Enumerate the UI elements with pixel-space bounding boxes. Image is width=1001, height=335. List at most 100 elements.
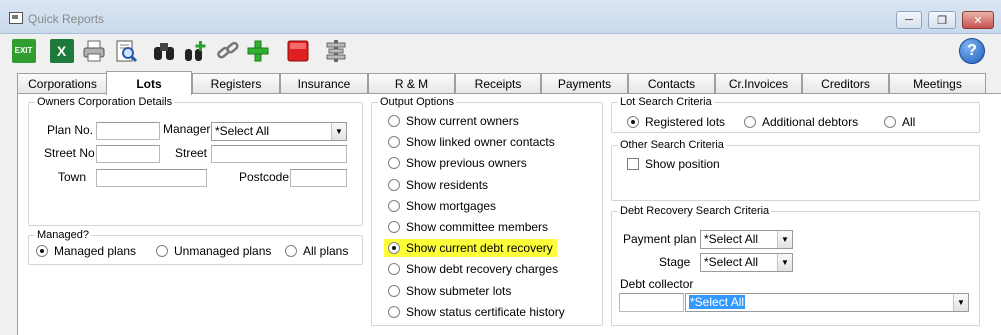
- plan-no-input[interactable]: [96, 122, 160, 140]
- radio-unmanaged-plans[interactable]: Unmanaged plans: [156, 244, 271, 258]
- tab-r-and-m[interactable]: R & M: [368, 73, 455, 93]
- chevron-down-icon[interactable]: ▼: [331, 123, 346, 140]
- radio-show-submeter-lots[interactable]: Show submeter lots: [388, 284, 511, 298]
- print-icon: [83, 40, 104, 61]
- radio-button[interactable]: [388, 306, 400, 318]
- tab-payments[interactable]: Payments: [541, 73, 628, 93]
- stage-select[interactable]: *Select All ▼: [700, 253, 793, 272]
- radio-button[interactable]: [388, 115, 400, 127]
- town-input[interactable]: [96, 169, 207, 187]
- radio-show-current-owners[interactable]: Show current owners: [388, 114, 519, 128]
- radio-show-previous-owners[interactable]: Show previous owners: [388, 156, 527, 170]
- align-button[interactable]: [322, 37, 349, 64]
- debt-collector-select[interactable]: *Select All ▼: [685, 293, 969, 312]
- print-button[interactable]: [80, 37, 107, 64]
- radio-button[interactable]: [388, 136, 400, 148]
- street-input[interactable]: [211, 145, 347, 163]
- radio-show-current-debt-recovery[interactable]: Show current debt recovery: [384, 239, 557, 257]
- radio-show-debt-recovery-charges[interactable]: Show debt recovery charges: [388, 262, 558, 276]
- manager-label: Manager: [163, 122, 211, 136]
- radio-additional-debtors[interactable]: Additional debtors: [744, 115, 858, 129]
- stop-button[interactable]: [284, 37, 311, 64]
- radio-button[interactable]: [744, 116, 756, 128]
- radio-label: Show current debt recovery: [406, 241, 553, 255]
- other-search-legend: Other Search Criteria: [620, 139, 724, 151]
- help-icon[interactable]: ?: [959, 38, 985, 64]
- debt-collector-code-input[interactable]: [619, 293, 684, 312]
- minimize-button[interactable]: ─: [896, 11, 922, 29]
- radio-managed-plans[interactable]: Managed plans: [36, 244, 136, 258]
- radio-label: Show mortgages: [406, 199, 497, 213]
- radio-show-mortgages[interactable]: Show mortgages: [388, 199, 496, 213]
- close-button[interactable]: ✕: [962, 11, 994, 29]
- radio-label: Show submeter lots: [406, 284, 512, 298]
- chevron-down-icon[interactable]: ▼: [777, 254, 792, 271]
- town-label: Town: [58, 170, 87, 184]
- payment-plan-select-value: *Select All: [704, 232, 759, 246]
- preview-icon: [116, 40, 137, 62]
- tab-lots[interactable]: Lots: [106, 71, 192, 95]
- radio-label: Additional debtors: [762, 115, 859, 129]
- chevron-down-icon[interactable]: ▼: [953, 294, 968, 311]
- tab-insurance[interactable]: Insurance: [280, 73, 368, 93]
- tab-corporations[interactable]: Corporations: [17, 73, 108, 93]
- radio-button[interactable]: [388, 242, 400, 254]
- postcode-input[interactable]: [290, 169, 347, 187]
- stage-select-value: *Select All: [704, 255, 759, 269]
- show-position-checkbox[interactable]: Show position: [627, 157, 720, 171]
- radio-show-residents[interactable]: Show residents: [388, 178, 488, 192]
- tab-receipts[interactable]: Receipts: [455, 73, 541, 93]
- radio-button[interactable]: [388, 179, 400, 191]
- exit-button[interactable]: EXIT: [10, 37, 37, 64]
- radio-show-linked-owner-contacts[interactable]: Show linked owner contacts: [388, 135, 555, 149]
- find-add-button[interactable]: [182, 37, 209, 64]
- radio-label: Show debt recovery charges: [406, 262, 559, 276]
- excel-icon: X: [49, 38, 74, 63]
- radio-button[interactable]: [627, 116, 639, 128]
- excel-button[interactable]: X: [48, 37, 75, 64]
- binoculars-icon: [153, 42, 174, 60]
- chevron-down-icon[interactable]: ▼: [777, 231, 792, 248]
- stage-label: Stage: [659, 255, 691, 269]
- radio-all[interactable]: All: [884, 115, 915, 129]
- highlight-marker: Show current debt recovery: [384, 239, 557, 257]
- find-button[interactable]: [150, 37, 177, 64]
- binoculars-add-icon: [184, 40, 205, 61]
- preview-button[interactable]: [112, 37, 139, 64]
- radio-label: Unmanaged plans: [174, 244, 272, 258]
- radio-button[interactable]: [388, 221, 400, 233]
- payment-plan-label: Payment plan: [623, 232, 697, 246]
- add-button[interactable]: [244, 37, 271, 64]
- manager-select-value: *Select All: [215, 124, 270, 138]
- link-button[interactable]: [214, 37, 241, 64]
- app-icon: [9, 12, 23, 24]
- radio-label: Show linked owner contacts: [406, 135, 555, 149]
- tab-cr-invoices[interactable]: Cr.Invoices: [715, 73, 802, 93]
- radio-button[interactable]: [388, 263, 400, 275]
- radio-button[interactable]: [388, 200, 400, 212]
- debt-collector-select-value: *Select All: [689, 295, 746, 309]
- radio-button[interactable]: [388, 285, 400, 297]
- radio-label: All: [902, 115, 916, 129]
- checkbox-label: Show position: [645, 157, 720, 171]
- restore-button[interactable]: ❐: [928, 11, 956, 29]
- radio-button[interactable]: [388, 157, 400, 169]
- manager-select[interactable]: *Select All ▼: [211, 122, 347, 141]
- payment-plan-select[interactable]: *Select All ▼: [700, 230, 793, 249]
- radio-button[interactable]: [884, 116, 896, 128]
- street-no-input[interactable]: [96, 145, 160, 163]
- radio-all-plans[interactable]: All plans: [285, 244, 348, 258]
- tab-registers[interactable]: Registers: [192, 73, 280, 93]
- tab-contacts[interactable]: Contacts: [628, 73, 715, 93]
- radio-show-status-certificate-history[interactable]: Show status certificate history: [388, 305, 565, 319]
- tab-creditors[interactable]: Creditors: [802, 73, 889, 93]
- radio-button[interactable]: [285, 245, 297, 257]
- radio-button[interactable]: [36, 245, 48, 257]
- radio-button[interactable]: [156, 245, 168, 257]
- tab-meetings[interactable]: Meetings: [889, 73, 986, 93]
- radio-registered-lots[interactable]: Registered lots: [627, 115, 725, 129]
- radio-show-committee-members[interactable]: Show committee members: [388, 220, 548, 234]
- lots-tab-page: Owners Corporation Details Plan No. Mana…: [17, 93, 1001, 335]
- checkbox[interactable]: [627, 158, 639, 170]
- align-icon: [326, 39, 345, 62]
